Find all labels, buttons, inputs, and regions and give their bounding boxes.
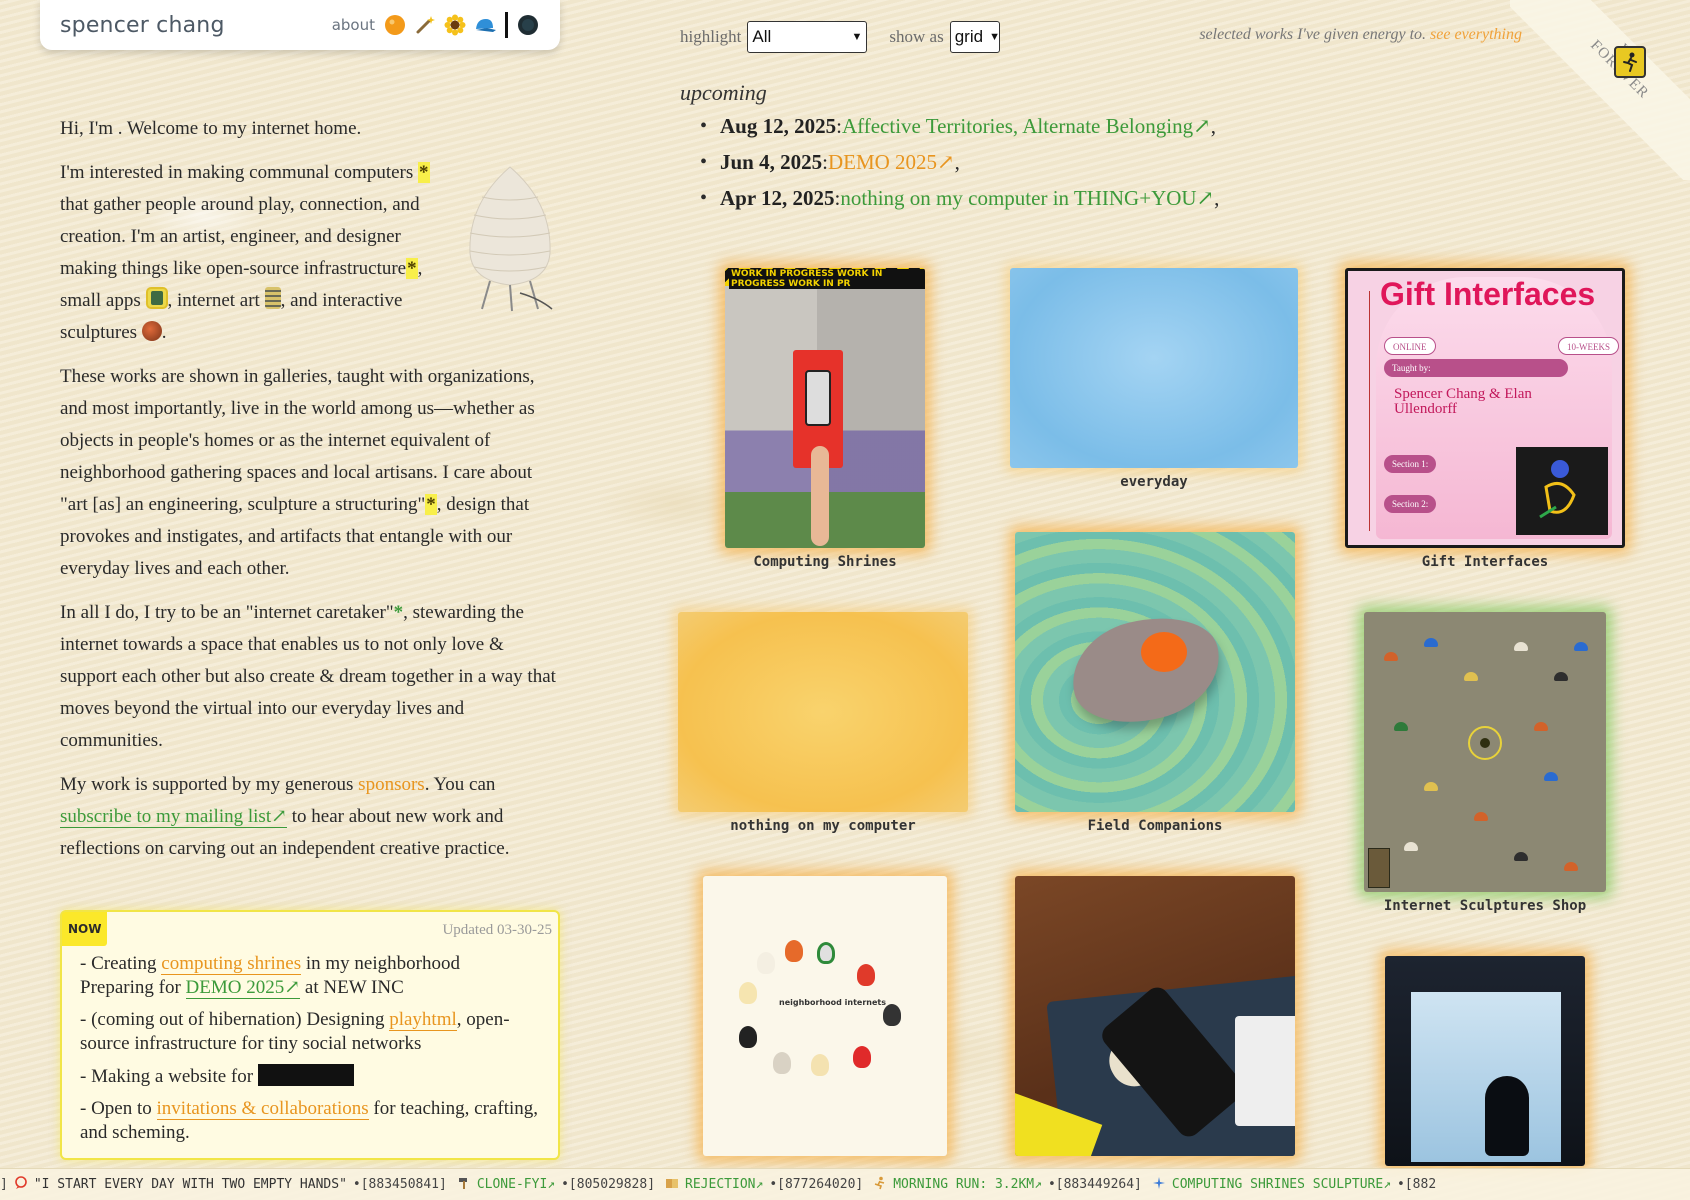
gallery-card-installation[interactable]: [1385, 956, 1585, 1166]
wip-ribbon: WIP FOREVER: [1510, 0, 1690, 180]
orange-circle-icon[interactable]: [383, 13, 407, 37]
now-badge: NOW: [62, 912, 108, 946]
show-as-select[interactable]: grid ▼: [949, 21, 1000, 53]
footnote-asterisk[interactable]: *: [406, 258, 418, 279]
gallery-card-computing-shrines[interactable]: WORK IN PROGRESS WORK IN PROGRESS WORK I…: [725, 268, 925, 578]
now-item: - (coming out of hibernation) Designing …: [80, 1009, 510, 1054]
gallery-caption[interactable]: Computing Shrines: [725, 554, 925, 570]
runner-icon: [873, 1176, 887, 1194]
sparkle-icon: [1152, 1176, 1166, 1194]
computing-shrines-image[interactable]: WORK IN PROGRESS WORK IN PROGRESS WORK I…: [725, 268, 925, 548]
gallery-caption[interactable]: everyday: [1010, 474, 1298, 490]
field-companions-image[interactable]: [1015, 532, 1295, 812]
gallery-caption[interactable]: Internet Sculptures Shop: [1364, 898, 1606, 914]
intro-paragraph-works: These works are shown in galleries, taug…: [60, 366, 535, 579]
desk-sculpture-image[interactable]: [1015, 876, 1295, 1156]
upcoming-date: Jun 4, 2025: [720, 150, 823, 174]
magic-wand-icon[interactable]: [413, 13, 437, 37]
intro-greeting: Hi, I'm . Welcome to my internet home.: [60, 118, 362, 139]
wip-ribbon-band: WIP FOREVER: [1510, 0, 1690, 180]
internet-sculptures-shop-image[interactable]: [1364, 612, 1606, 892]
cap-icon[interactable]: [473, 13, 497, 37]
site-title[interactable]: spencer chang: [60, 13, 225, 38]
now-item: - Open to invitations & collaborations f…: [80, 1098, 538, 1143]
gift-interfaces-image[interactable]: Gift Interfaces ONLINE 10-WEEKS Taught b…: [1345, 268, 1625, 548]
gallery-caption[interactable]: nothing on my computer: [678, 818, 968, 834]
sculpture-icon[interactable]: [141, 321, 162, 341]
upcoming-event-link[interactable]: Affective Territories, Alternate Belongi…: [842, 108, 1211, 144]
upcoming-heading: upcoming: [680, 80, 767, 105]
upcoming-item: • Apr 12, 2025: nothing on my computer i…: [700, 180, 1219, 216]
upcoming-event-link[interactable]: DEMO 2025↗: [828, 144, 955, 180]
now-item: - Making a website for: [80, 1064, 540, 1089]
gallery-card-nothing-on-my-computer[interactable]: nothing on my computer: [678, 612, 968, 838]
gallery-card-gift-interfaces[interactable]: Gift Interfaces ONLINE 10-WEEKS Taught b…: [1345, 268, 1625, 578]
redacted-block: [257, 1064, 354, 1086]
tagline: selected works I've given energy to. see…: [1199, 26, 1522, 43]
theme-toggle-icon[interactable]: [516, 13, 540, 37]
work-in-progress-stripe: WORK IN PROGRESS WORK IN PROGRESS WORK I…: [725, 268, 925, 289]
highlight-label: highlight: [680, 27, 742, 46]
upcoming-item: • Aug 12, 2025: Affective Territories, A…: [700, 108, 1219, 144]
hammer-icon: [457, 1176, 471, 1194]
upcoming-date: Apr 12, 2025: [720, 186, 835, 210]
divider: [505, 12, 508, 38]
about-link[interactable]: about: [332, 16, 375, 34]
small-app-icon[interactable]: [145, 287, 168, 309]
mailing-list-link[interactable]: subscribe to my mailing list↗: [60, 806, 288, 828]
sponsors-link[interactable]: sponsors: [358, 774, 425, 795]
computing-shrines-link[interactable]: computing shrines: [161, 953, 302, 975]
gallery-card-field-companions[interactable]: Field Companions: [1015, 532, 1295, 838]
ticker-item: MORNING RUN: 3.2KM↗ •[883449264]: [873, 1176, 1142, 1194]
neighborhood-internets-image[interactable]: neighborhood internets: [703, 876, 947, 1156]
installation-image[interactable]: [1385, 956, 1585, 1166]
show-as-label: show as: [889, 27, 944, 46]
paper-lamp-illustration[interactable]: [460, 163, 560, 313]
header-card: spencer chang about: [40, 0, 560, 50]
upcoming-event-link[interactable]: nothing on my computer in THING+YOU↗: [840, 180, 1214, 216]
intro-paragraph-caretaker: In all I do, I try to be an "internet ca…: [60, 602, 556, 751]
ticker-item: ] "I START EVERY DAY WITH TWO EMPTY HAND…: [0, 1175, 447, 1194]
now-item: - Creating computing shrines in my neigh…: [80, 953, 460, 999]
gallery-caption[interactable]: Field Companions: [1015, 818, 1295, 834]
ticker-item: CLONE-FYI↗ •[805029828]: [457, 1176, 655, 1194]
highlight-select[interactable]: All ▼: [747, 21, 868, 53]
footnote-asterisk[interactable]: *: [418, 162, 430, 183]
gallery-card-neighborhood-internets[interactable]: neighborhood internets: [703, 876, 947, 1156]
everyday-image[interactable]: [1010, 268, 1298, 468]
upcoming-item: • Jun 4, 2025: DEMO 2025↗,: [700, 144, 1219, 180]
intro-paragraph-interests: I'm interested in making communal comput…: [60, 157, 560, 349]
gallery-card-internet-sculptures-shop[interactable]: Internet Sculptures Shop: [1364, 612, 1606, 918]
invitations-link[interactable]: invitations & collaborations: [156, 1098, 369, 1120]
chevron-down-icon: ▼: [989, 31, 1000, 43]
chevron-down-icon: ▼: [851, 31, 863, 43]
footnote-asterisk[interactable]: *: [425, 494, 437, 515]
gallery-card-everyday[interactable]: everyday: [1010, 268, 1298, 492]
footnote-asterisk[interactable]: *: [394, 602, 404, 623]
book-icon: [665, 1176, 679, 1194]
playhtml-link[interactable]: playhtml: [389, 1009, 457, 1031]
nothing-on-my-computer-image[interactable]: [678, 612, 968, 812]
gallery-caption[interactable]: Gift Interfaces: [1345, 554, 1625, 570]
see-everything-link[interactable]: see everything: [1430, 26, 1522, 43]
intro-section: Hi, I'm . Welcome to my internet home. I…: [60, 113, 560, 877]
runner-badge-icon[interactable]: [1614, 46, 1646, 78]
gallery-card-desk-sculpture[interactable]: [1015, 876, 1295, 1156]
ticker-item: COMPUTING SHRINES SCULPTURE↗ •[882: [1152, 1176, 1436, 1194]
ticker-item: REJECTION↗ •[877264020]: [665, 1176, 863, 1194]
upcoming-date: Aug 12, 2025: [720, 114, 837, 138]
gallery-controls: highlight All ▼ show as grid ▼: [680, 20, 1000, 54]
upcoming-list: • Aug 12, 2025: Affective Territories, A…: [700, 108, 1219, 216]
internet-art-icon[interactable]: [264, 287, 281, 309]
now-box: NOW Updated 03-30-25 - Creating computin…: [60, 910, 560, 1160]
sunflower-icon[interactable]: [443, 13, 467, 37]
speech-bubble-icon: [14, 1175, 28, 1194]
now-updated-date: Updated 03-30-25: [442, 922, 552, 938]
demo-2025-link[interactable]: DEMO 2025↗: [185, 977, 301, 999]
activity-ticker: ] "I START EVERY DAY WITH TWO EMPTY HAND…: [0, 1168, 1690, 1200]
header-nav: about: [332, 12, 540, 38]
intro-paragraph-support: My work is supported by my generous spon…: [60, 774, 510, 859]
